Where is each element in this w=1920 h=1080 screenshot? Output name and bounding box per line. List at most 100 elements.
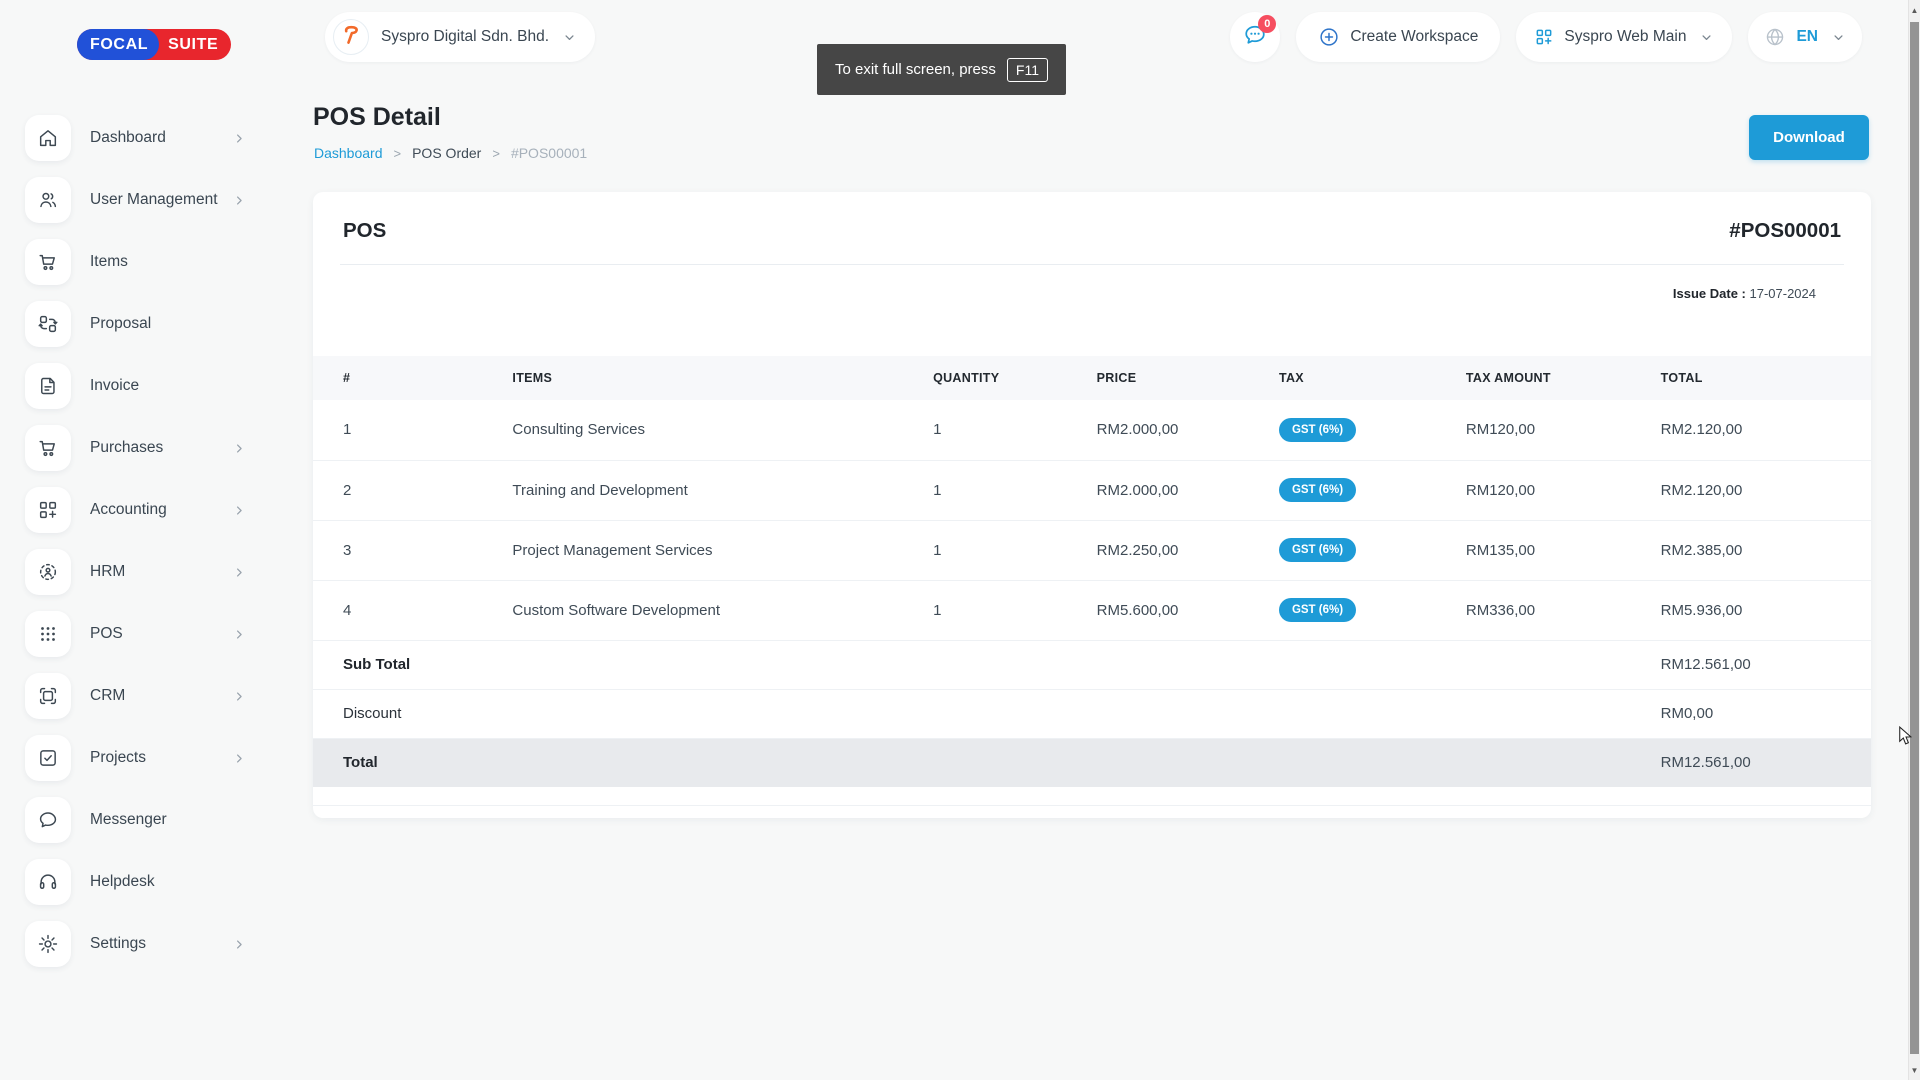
sidebar-item-purchases[interactable]: Purchases	[25, 423, 253, 473]
scroll-up-arrow-icon[interactable]: ▲	[1909, 3, 1920, 17]
tax-badge: GST (6%)	[1279, 598, 1356, 622]
breadcrumb-item[interactable]: Dashboard	[314, 145, 383, 161]
logo-suite: SUITE	[168, 36, 218, 54]
scroll-down-arrow-icon[interactable]: ▼	[1909, 1063, 1920, 1077]
summary-row-discount: Discount RM0,00	[313, 689, 1871, 738]
column-header-no: #	[313, 356, 512, 400]
sidebar-item-settings[interactable]: Settings	[25, 919, 253, 969]
box-select-icon	[25, 673, 71, 719]
cell-price: RM2.000,00	[1097, 460, 1279, 520]
sidebar-item-hrm[interactable]: HRM	[25, 547, 253, 597]
breadcrumb-item: #POS00001	[511, 145, 587, 161]
sidebar-item-user-management[interactable]: User Management	[25, 175, 253, 225]
table-end-row	[313, 787, 1871, 805]
chevron-right-icon	[232, 131, 247, 146]
tax-badge: GST (6%)	[1279, 418, 1356, 442]
language-code: EN	[1796, 28, 1818, 46]
sidebar-item-proposal[interactable]: Proposal	[25, 299, 253, 349]
workspace-name: Syspro Web Main	[1564, 28, 1686, 46]
create-workspace-label: Create Workspace	[1350, 28, 1478, 46]
sidebar-item-invoice[interactable]: Invoice	[25, 361, 253, 411]
notification-badge: 0	[1258, 15, 1276, 33]
table-header-row: #ITEMSQUANTITYPRICETAXTAX AMOUNTTOTAL	[313, 356, 1871, 400]
app-logo[interactable]: FOCAL SUITE	[77, 29, 231, 60]
sidebar-item-accounting[interactable]: Accounting	[25, 485, 253, 535]
toast-key-f11: F11	[1007, 58, 1048, 82]
chevron-right-icon	[232, 441, 247, 456]
sidebar-item-items[interactable]: Items	[25, 237, 253, 287]
chat-bubble-icon	[25, 797, 71, 843]
sidebar-nav: Dashboard User Management Items Proposal…	[25, 113, 253, 981]
cell-tax: GST (6%)	[1279, 580, 1466, 640]
check-square-icon	[25, 735, 71, 781]
document-type: POS	[343, 219, 386, 243]
workspace-grid-icon	[1534, 27, 1554, 47]
summary-label: Discount	[313, 689, 1661, 738]
cell-no: 1	[313, 400, 512, 460]
breadcrumb-item[interactable]: POS Order	[412, 145, 481, 161]
fullscreen-toast: To exit full screen, press F11	[817, 44, 1066, 95]
vertical-scrollbar[interactable]: ▲ ▼	[1908, 0, 1920, 1080]
cart-icon	[25, 425, 71, 471]
summary-row-total: Total RM12.561,00	[313, 738, 1871, 787]
breadcrumb-separator: >	[492, 146, 500, 161]
chevron-right-icon	[232, 937, 247, 952]
cell-total: RM2.120,00	[1661, 460, 1871, 520]
cell-item: Project Management Services	[512, 520, 933, 580]
summary-value: RM12.561,00	[1661, 640, 1871, 689]
scrollbar-thumb[interactable]	[1910, 22, 1919, 1054]
cell-tax: GST (6%)	[1279, 520, 1466, 580]
toast-text: To exit full screen, press	[835, 61, 996, 78]
column-header-tax-amount: TAX AMOUNT	[1466, 356, 1661, 400]
sidebar-item-pos[interactable]: POS	[25, 609, 253, 659]
cell-tax: GST (6%)	[1279, 460, 1466, 520]
chevron-right-icon	[232, 751, 247, 766]
column-header-items: ITEMS	[512, 356, 933, 400]
sidebar-item-projects[interactable]: Projects	[25, 733, 253, 783]
grid-dots-icon	[25, 611, 71, 657]
sidebar-item-dashboard[interactable]: Dashboard	[25, 113, 253, 163]
plus-circle-icon	[1318, 26, 1340, 48]
table-row: 3 Project Management Services 1 RM2.250,…	[313, 520, 1871, 580]
cell-price: RM2.000,00	[1097, 400, 1279, 460]
logo-focal: FOCAL	[77, 29, 159, 60]
tax-badge: GST (6%)	[1279, 478, 1356, 502]
summary-label: Sub Total	[313, 640, 1661, 689]
breadcrumb: Dashboard>POS Order>#POS00001	[314, 145, 587, 161]
cell-item: Training and Development	[512, 460, 933, 520]
cell-item: Custom Software Development	[512, 580, 933, 640]
issue-date-label: Issue Date :	[1673, 286, 1746, 301]
gear-icon	[25, 921, 71, 967]
sidebar-item-helpdesk[interactable]: Helpdesk	[25, 857, 253, 907]
tax-badge: GST (6%)	[1279, 538, 1356, 562]
sidebar-item-messenger[interactable]: Messenger	[25, 795, 253, 845]
summary-label: Total	[313, 738, 1661, 787]
summary-value: RM0,00	[1661, 689, 1871, 738]
cell-total: RM5.936,00	[1661, 580, 1871, 640]
cell-quantity: 1	[933, 460, 1097, 520]
chevron-down-icon	[1699, 30, 1714, 45]
column-header-price: PRICE	[1097, 356, 1279, 400]
users-icon	[25, 177, 71, 223]
sidebar-item-crm[interactable]: CRM	[25, 671, 253, 721]
cart-icon	[25, 239, 71, 285]
workspace-selector[interactable]: Syspro Web Main	[1516, 12, 1732, 62]
cell-no: 2	[313, 460, 512, 520]
table-row: 1 Consulting Services 1 RM2.000,00 GST (…	[313, 400, 1871, 460]
company-selector[interactable]: Syspro Digital Sdn. Bhd.	[325, 12, 595, 62]
column-header-quantity: QUANTITY	[933, 356, 1097, 400]
language-selector[interactable]: EN	[1748, 12, 1862, 62]
table-row: 4 Custom Software Development 1 RM5.600,…	[313, 580, 1871, 640]
summary-row-sub-total: Sub Total RM12.561,00	[313, 640, 1871, 689]
globe-icon	[1764, 26, 1786, 48]
home-icon	[25, 115, 71, 161]
messages-button[interactable]: 0	[1230, 12, 1280, 62]
chevron-right-icon	[232, 565, 247, 580]
cell-quantity: 1	[933, 520, 1097, 580]
create-workspace-button[interactable]: Create Workspace	[1296, 12, 1500, 62]
cell-quantity: 1	[933, 400, 1097, 460]
column-header-tax: TAX	[1279, 356, 1466, 400]
download-button[interactable]: Download	[1749, 115, 1869, 160]
chevron-right-icon	[232, 503, 247, 518]
chevron-right-icon	[232, 689, 247, 704]
